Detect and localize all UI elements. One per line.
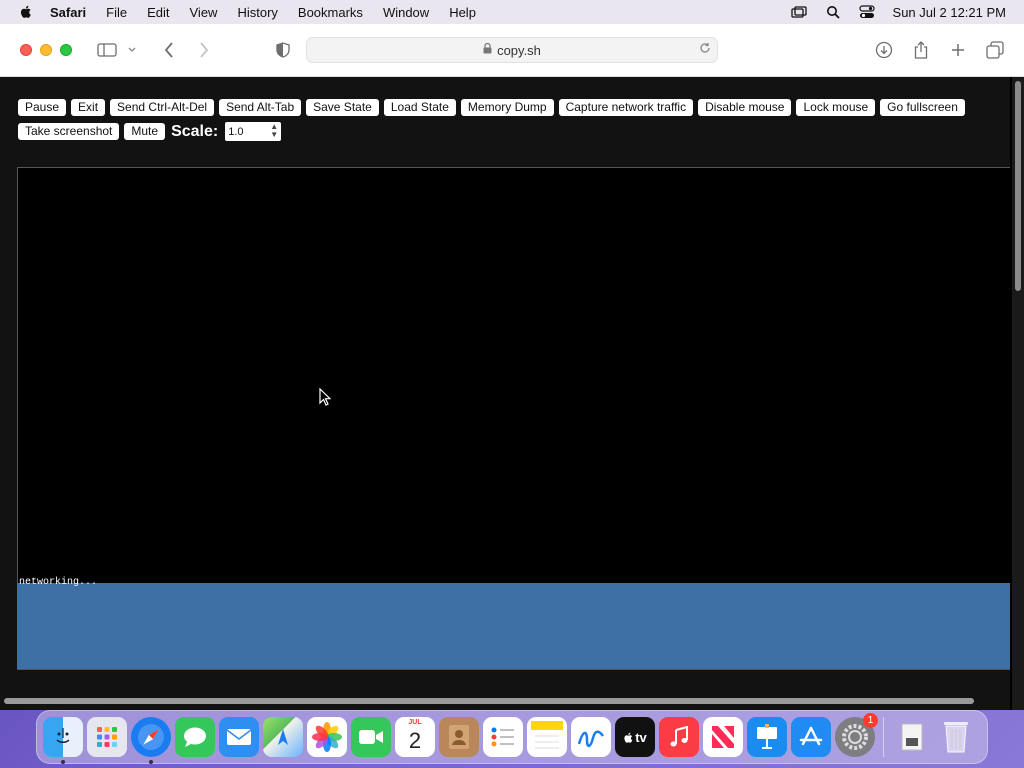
browser-toolbar: copy.sh [0,24,1024,77]
dock-messages-icon[interactable] [175,717,215,757]
load-state-button[interactable]: Load State [383,99,456,116]
new-tab-plus-icon[interactable] [947,40,969,60]
disable-mouse-button[interactable]: Disable mouse [698,99,792,116]
dock-news-icon[interactable] [703,717,743,757]
share-icon[interactable] [910,40,932,60]
safari-window: copy.sh Pause Exit Send Ctrl-Alt-Del Sen… [0,24,1024,710]
save-state-button[interactable]: Save State [306,99,379,116]
send-ctrl-alt-del-button[interactable]: Send Ctrl-Alt-Del [110,99,215,116]
dock: JUL 2 tv 1 [36,710,988,764]
dock-calendar-icon[interactable]: JUL 2 [395,717,435,757]
dock-finder-icon[interactable] [43,717,83,764]
spotlight-search-icon[interactable] [825,5,841,19]
menu-edit[interactable]: Edit [147,5,169,20]
calendar-day-label: 2 [408,728,422,753]
web-page: Pause Exit Send Ctrl-Alt-Del Send Alt-Ta… [0,77,1010,710]
exit-button[interactable]: Exit [71,99,106,116]
pause-button[interactable]: Pause [18,99,67,116]
tab-overview-icon[interactable] [984,40,1006,60]
address-bar[interactable]: copy.sh [306,37,718,63]
lock-icon [483,42,492,57]
take-screenshot-button[interactable]: Take screenshot [18,123,120,140]
menu-file[interactable]: File [106,5,127,20]
menu-bar-clock[interactable]: Sun Jul 2 12:21 PM [893,5,1006,20]
mute-button[interactable]: Mute [124,123,166,140]
scale-label: Scale: [171,122,219,140]
mouse-cursor-icon [319,388,331,406]
vertical-scrollbar[interactable] [1012,77,1024,710]
dock-downloads-folder-icon[interactable] [892,717,932,757]
scale-stepper-icon[interactable]: ▲ ▼ [270,123,278,139]
capture-network-traffic-button[interactable]: Capture network traffic [558,99,694,116]
dock-reminders-icon[interactable] [483,717,523,757]
dock-separator [883,717,884,757]
emulator-text-area: networking... [17,577,1010,669]
go-fullscreen-button[interactable]: Go fullscreen [880,99,965,116]
menu-window[interactable]: Window [383,5,429,20]
menu-view[interactable]: View [190,5,218,20]
dock-contacts-icon[interactable] [439,717,479,757]
dock-maps-icon[interactable] [263,717,303,757]
apple-menu-icon[interactable] [18,4,34,20]
horizontal-scrollbar[interactable] [4,698,974,704]
settings-notification-badge: 1 [863,713,878,728]
dock-tv-icon[interactable]: tv [615,717,655,757]
back-arrow-icon[interactable] [158,40,180,60]
dock-launchpad-icon[interactable] [87,717,127,757]
forward-arrow-icon[interactable] [193,40,215,60]
dock-running-indicator [61,760,65,764]
chevron-down-icon[interactable] [125,40,139,60]
sidebar-toggle-icon[interactable] [96,40,118,60]
privacy-shield-icon[interactable] [272,40,294,60]
menu-app-safari[interactable]: Safari [50,5,86,20]
tv-label: tv [635,729,647,745]
window-zoom-button[interactable] [60,44,72,56]
lock-mouse-button[interactable]: Lock mouse [796,99,876,116]
memory-dump-button[interactable]: Memory Dump [460,99,554,116]
screen-mirroring-icon[interactable] [790,5,807,19]
dock-freeform-icon[interactable] [571,717,611,757]
menu-help[interactable]: Help [449,5,476,20]
dock-notes-icon[interactable] [527,717,567,757]
dock-system-settings-icon[interactable]: 1 [835,713,878,757]
menu-bar: Safari File Edit View History Bookmarks … [0,0,1024,24]
dock-mail-icon[interactable] [219,717,259,757]
dock-safari-icon[interactable] [131,717,171,764]
emulator-controls: Pause Exit Send Ctrl-Alt-Del Send Alt-Ta… [18,99,1008,141]
vertical-scroll-thumb[interactable] [1015,81,1021,291]
send-alt-tab-button[interactable]: Send Alt-Tab [219,99,302,116]
dock-trash-icon[interactable] [936,717,976,757]
scale-input[interactable]: 1.0 ▲ ▼ [225,122,282,141]
window-minimize-button[interactable] [40,44,52,56]
scale-value: 1.0 [228,125,244,138]
dock-running-indicator [149,760,153,764]
control-center-icon[interactable] [858,5,875,19]
dock-keynote-icon[interactable] [747,717,787,757]
menu-bookmarks[interactable]: Bookmarks [298,5,363,20]
menu-history[interactable]: History [237,5,277,20]
downloads-icon[interactable] [873,40,895,60]
window-close-button[interactable] [20,44,32,56]
dock-music-icon[interactable] [659,717,699,757]
dock-photos-icon[interactable] [307,717,347,757]
dock-facetime-icon[interactable] [351,717,391,757]
networking-status-text: networking... [19,577,98,588]
address-url: copy.sh [497,42,541,58]
calendar-month-label: JUL [408,719,422,726]
reload-icon[interactable] [699,42,711,57]
dock-app-store-icon[interactable] [791,717,831,757]
